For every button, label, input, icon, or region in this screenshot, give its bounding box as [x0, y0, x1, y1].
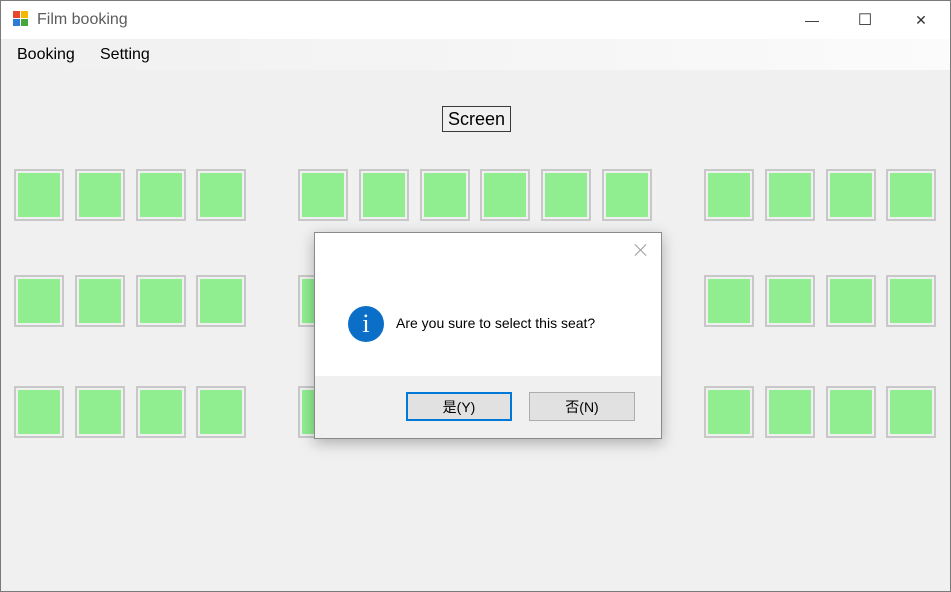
no-button[interactable]: 否(N) [529, 392, 635, 421]
minimize-button[interactable]: — [789, 1, 835, 39]
seat-button[interactable] [298, 169, 348, 221]
menu-booking[interactable]: Booking [17, 46, 75, 64]
maximize-button[interactable]: ☐ [842, 1, 888, 39]
seat-fill [200, 390, 242, 434]
seat-fill [18, 390, 60, 434]
seat-button[interactable] [14, 275, 64, 327]
seat-button[interactable] [886, 169, 936, 221]
seat-button[interactable] [541, 169, 591, 221]
seat-fill [890, 173, 932, 217]
seat-fill [79, 390, 121, 434]
seat-button[interactable] [75, 386, 125, 438]
seat-button[interactable] [602, 169, 652, 221]
seat-fill [363, 173, 405, 217]
menu-bar: Booking Setting [1, 39, 950, 70]
dialog-close-icon[interactable] [633, 242, 649, 258]
window-title: Film booking [37, 11, 128, 28]
seat-fill [830, 390, 872, 434]
seat-button[interactable] [886, 275, 936, 327]
screen-label: Screen [442, 106, 511, 132]
close-icon: ✕ [915, 11, 927, 28]
seat-button[interactable] [14, 169, 64, 221]
seat-fill [79, 279, 121, 323]
seat-button[interactable] [196, 275, 246, 327]
seat-fill [484, 173, 526, 217]
confirm-dialog: i Are you sure to select this seat? 是(Y)… [314, 232, 662, 439]
seat-button[interactable] [765, 386, 815, 438]
seat-fill [18, 279, 60, 323]
seat-fill [769, 279, 811, 323]
yes-button[interactable]: 是(Y) [406, 392, 512, 421]
seat-button[interactable] [704, 275, 754, 327]
dialog-footer: 是(Y) 否(N) [315, 376, 661, 438]
seat-button[interactable] [826, 169, 876, 221]
seat-button[interactable] [75, 275, 125, 327]
seat-fill [890, 390, 932, 434]
info-icon-glyph: i [362, 309, 370, 338]
seat-fill [830, 173, 872, 217]
seat-fill [424, 173, 466, 217]
seat-fill [769, 390, 811, 434]
dialog-message: Are you sure to select this seat? [396, 315, 596, 331]
seat-button[interactable] [196, 169, 246, 221]
seat-fill [140, 390, 182, 434]
info-icon: i [348, 306, 384, 342]
seat-fill [79, 173, 121, 217]
seat-fill [18, 173, 60, 217]
seat-button[interactable] [136, 169, 186, 221]
seat-button[interactable] [704, 169, 754, 221]
seat-fill [769, 173, 811, 217]
seat-fill [708, 390, 750, 434]
menu-setting[interactable]: Setting [100, 46, 150, 64]
seat-button[interactable] [480, 169, 530, 221]
seat-fill [140, 173, 182, 217]
seat-fill [708, 279, 750, 323]
seat-button[interactable] [359, 169, 409, 221]
seat-button[interactable] [136, 275, 186, 327]
seat-button[interactable] [826, 386, 876, 438]
seat-fill [200, 173, 242, 217]
seat-button[interactable] [14, 386, 64, 438]
seat-fill [606, 173, 648, 217]
seat-button[interactable] [765, 275, 815, 327]
seat-button[interactable] [75, 169, 125, 221]
seat-button[interactable] [136, 386, 186, 438]
seat-fill [302, 173, 344, 217]
seat-button[interactable] [826, 275, 876, 327]
seat-button[interactable] [704, 386, 754, 438]
seat-button[interactable] [420, 169, 470, 221]
main-window: Film booking — ☐ ✕ Booking Setting Scree… [0, 0, 951, 592]
maximize-icon: ☐ [857, 12, 873, 29]
seat-button[interactable] [765, 169, 815, 221]
seat-button[interactable] [886, 386, 936, 438]
seat-button[interactable] [196, 386, 246, 438]
seat-fill [708, 173, 750, 217]
title-bar[interactable]: Film booking — ☐ ✕ [1, 1, 950, 39]
seat-fill [890, 279, 932, 323]
seat-fill [140, 279, 182, 323]
seat-fill [545, 173, 587, 217]
seat-fill [830, 279, 872, 323]
close-window-button[interactable]: ✕ [898, 1, 944, 39]
minimize-icon: — [805, 12, 819, 28]
seat-fill [200, 279, 242, 323]
app-icon [13, 11, 29, 27]
